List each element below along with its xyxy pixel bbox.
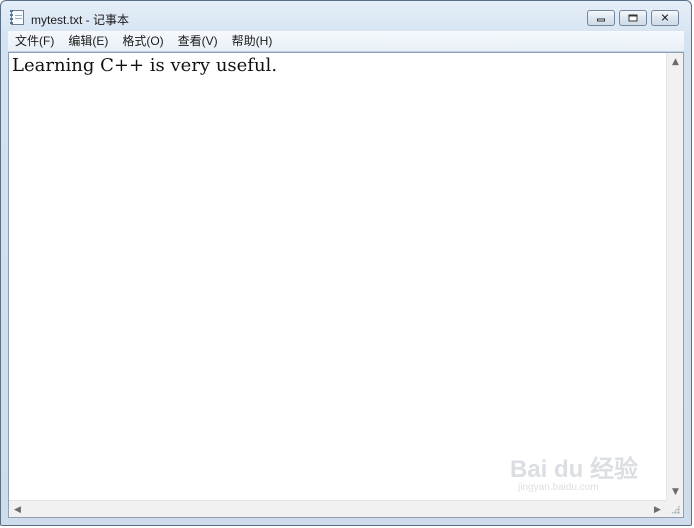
watermark-url: jingyan.baidu.com xyxy=(518,482,599,493)
title-bar[interactable]: mytest.txt - 记事本 ✕ xyxy=(1,1,691,31)
watermark-brand: Bai du 经验 xyxy=(510,456,639,483)
document-text[interactable]: Learning C++ is very useful. xyxy=(9,53,666,500)
scroll-right-icon[interactable]: ▶ xyxy=(649,501,666,518)
scroll-left-icon[interactable]: ◀ xyxy=(9,501,26,518)
resize-grip-icon[interactable] xyxy=(666,500,683,517)
notepad-window: mytest.txt - 记事本 ✕ 文件(F) 编辑(E) 格式(O) 查看(… xyxy=(0,0,692,526)
menu-file[interactable]: 文件(F) xyxy=(8,31,61,51)
menu-format[interactable]: 格式(O) xyxy=(115,31,170,51)
vertical-scrollbar[interactable]: ▲ ▼ xyxy=(666,53,683,500)
text-editor[interactable]: Learning C++ is very useful. ▲ ▼ ◀ ▶ Bai… xyxy=(8,52,684,518)
close-button[interactable]: ✕ xyxy=(651,10,679,26)
menu-view[interactable]: 查看(V) xyxy=(171,31,225,51)
menu-bar: 文件(F) 编辑(E) 格式(O) 查看(V) 帮助(H) xyxy=(8,31,684,52)
close-icon: ✕ xyxy=(660,11,670,25)
horizontal-scrollbar[interactable]: ◀ ▶ xyxy=(9,500,666,517)
scroll-down-icon[interactable]: ▼ xyxy=(667,483,684,500)
restore-icon xyxy=(628,14,638,22)
notepad-icon[interactable] xyxy=(10,10,24,25)
baidu-watermark: Bai du 经验 jingyan.baidu.com xyxy=(508,447,653,497)
menu-edit[interactable]: 编辑(E) xyxy=(61,31,115,51)
window-title: mytest.txt - 记事本 xyxy=(31,13,130,27)
menu-help[interactable]: 帮助(H) xyxy=(225,31,280,51)
caption-buttons: ✕ xyxy=(587,10,679,28)
minimize-button[interactable] xyxy=(587,10,615,26)
maximize-button[interactable] xyxy=(619,10,647,26)
scroll-up-icon[interactable]: ▲ xyxy=(667,53,684,70)
minimize-icon xyxy=(597,18,605,22)
